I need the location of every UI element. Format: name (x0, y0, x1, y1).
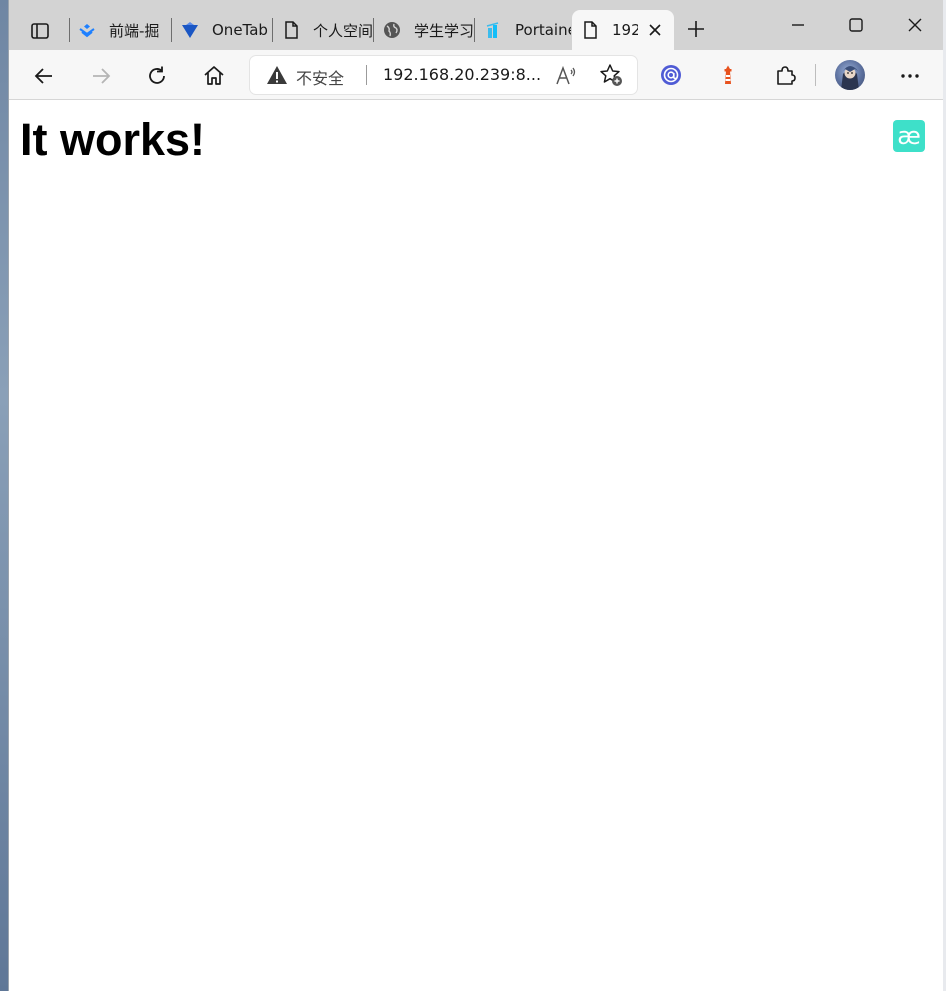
page-content: It works! æ (9, 100, 943, 991)
read-aloud-icon[interactable] (554, 64, 578, 86)
juejin-icon (77, 20, 97, 40)
toolbar-separator (815, 64, 816, 86)
tab-juejin[interactable]: 前端-掘 (69, 10, 169, 50)
page-icon (281, 20, 301, 40)
navigation-toolbar: 不安全 192.168.20.239:8... (9, 50, 943, 100)
puzzle-piece-icon (777, 66, 796, 85)
extension-blue-button[interactable] (657, 61, 685, 89)
address-divider (366, 65, 367, 85)
lighthouse-icon (724, 65, 732, 84)
plus-icon (688, 21, 704, 37)
close-icon (649, 24, 661, 36)
forward-button[interactable] (87, 62, 115, 90)
extensions-button[interactable] (771, 61, 799, 89)
tab-label: OneTab (212, 21, 268, 39)
tab-actions-button[interactable] (23, 14, 57, 48)
arrow-left-icon (34, 68, 52, 84)
tab-active[interactable]: 192 (572, 10, 674, 50)
url-text[interactable]: 192.168.20.239:8... (383, 65, 541, 84)
close-tab-button[interactable] (646, 21, 664, 39)
page-icon (580, 20, 600, 40)
close-icon (908, 18, 922, 32)
portainer-icon (483, 20, 503, 40)
tab-actions-icon (31, 23, 49, 39)
minimize-button[interactable] (785, 12, 811, 38)
tab-personal-space[interactable]: 个人空间 (273, 10, 373, 50)
warning-icon[interactable] (266, 65, 288, 85)
tab-student-learning[interactable]: 学生学习 (374, 10, 474, 50)
add-favorite-icon[interactable] (599, 63, 623, 87)
tab-label: Portainer (515, 21, 571, 39)
new-tab-button[interactable] (684, 17, 708, 41)
tab-portainer[interactable]: Portainer (475, 10, 571, 50)
tab-label: 192 (612, 21, 638, 39)
extension-orange-button[interactable] (714, 61, 742, 89)
at-sign-icon (661, 65, 681, 85)
more-options-button[interactable] (896, 62, 924, 90)
browser-window: 前端-掘 OneTab 个人空间 学生学习 Portain 192 不安全 19… (8, 0, 943, 991)
maximize-icon (849, 18, 863, 32)
ae-extension-badge[interactable]: æ (893, 120, 925, 152)
tab-label: 学生学习 (414, 21, 474, 40)
refresh-button[interactable] (143, 62, 171, 90)
refresh-icon (149, 66, 165, 84)
avatar-image-icon (841, 66, 859, 90)
tab-label: 个人空间 (313, 21, 373, 40)
address-bar[interactable]: 不安全 192.168.20.239:8... (250, 56, 637, 94)
back-button[interactable] (30, 62, 58, 90)
onetab-icon (180, 20, 200, 40)
page-heading: It works! (20, 114, 206, 165)
tab-label: 前端-掘 (109, 21, 160, 40)
desktop-background (0, 0, 8, 991)
ellipsis-icon (901, 74, 919, 78)
minimize-icon (792, 24, 804, 26)
maximize-button[interactable] (843, 12, 869, 38)
arrow-right-icon (93, 68, 111, 84)
globe-icon (382, 20, 402, 40)
profile-avatar[interactable] (835, 60, 865, 90)
tab-strip: 前端-掘 OneTab 个人空间 学生学习 Portain 192 (9, 0, 943, 50)
home-button[interactable] (200, 62, 228, 90)
home-icon (204, 66, 224, 85)
tab-onetab[interactable]: OneTab (172, 10, 272, 50)
security-status-label[interactable]: 不安全 (296, 65, 344, 89)
close-window-button[interactable] (902, 12, 928, 38)
